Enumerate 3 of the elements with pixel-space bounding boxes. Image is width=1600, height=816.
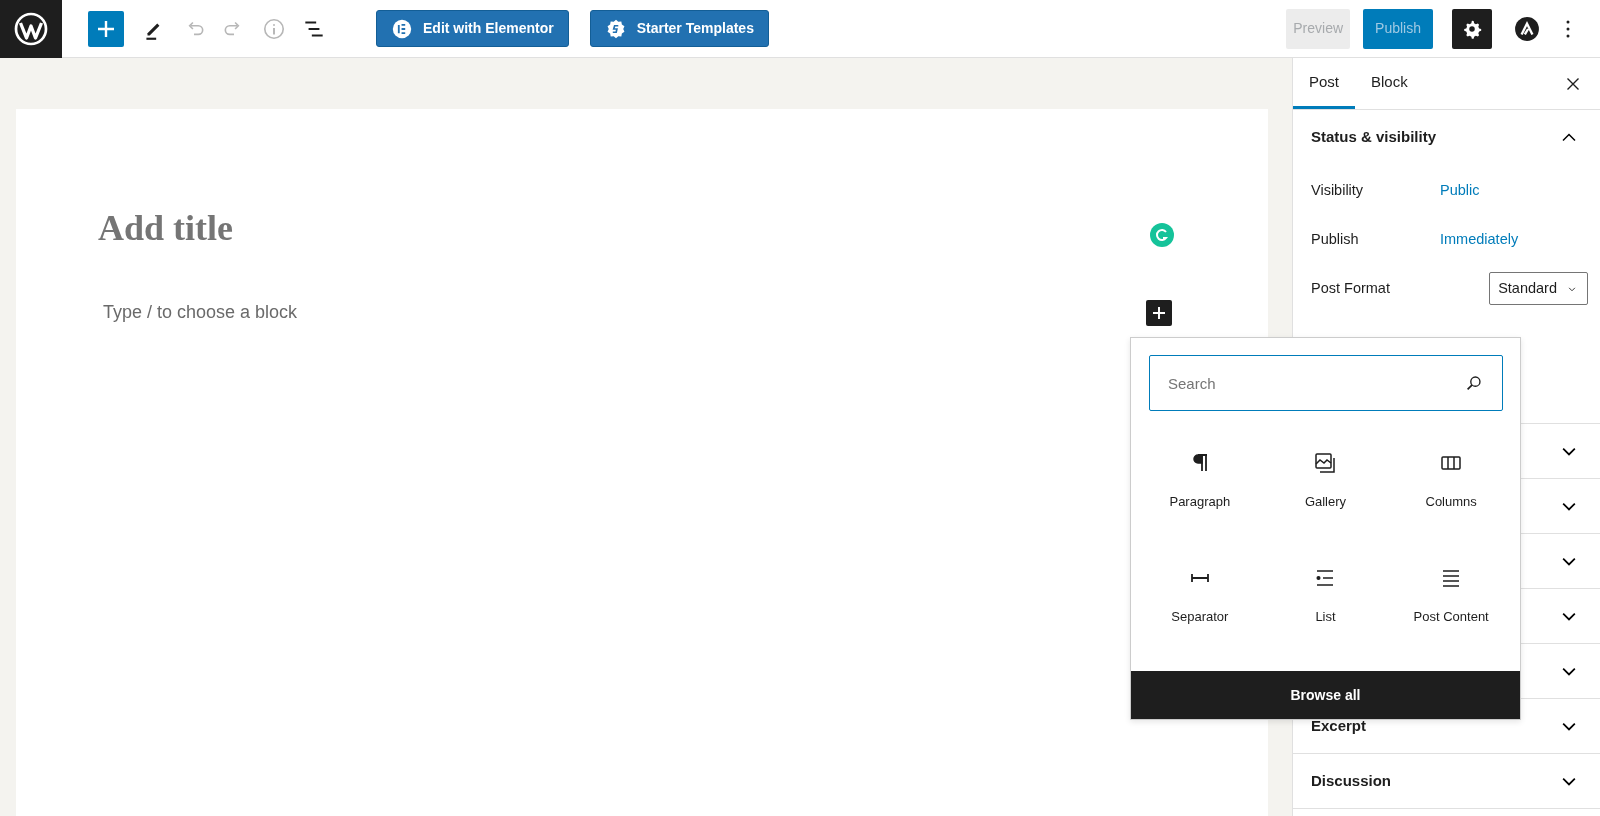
field-label: Post Format <box>1311 278 1391 298</box>
field-label: Publish <box>1311 229 1360 249</box>
field-label: Visibility <box>1311 180 1365 200</box>
